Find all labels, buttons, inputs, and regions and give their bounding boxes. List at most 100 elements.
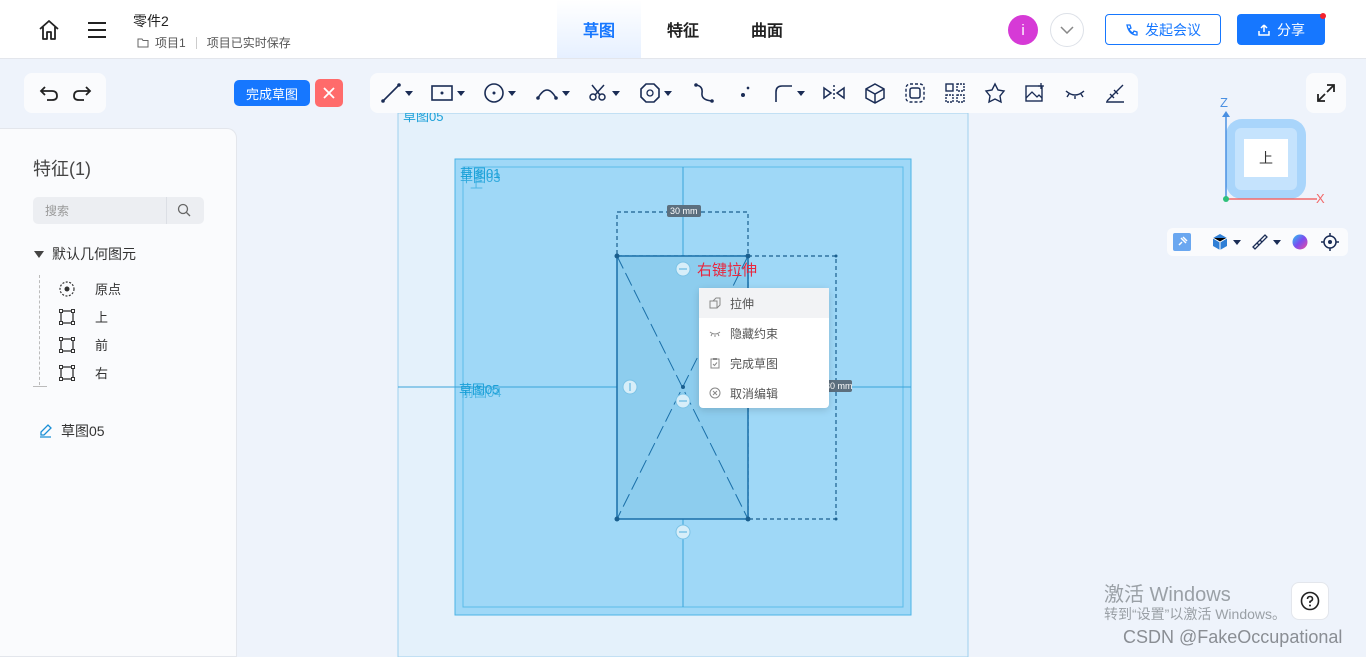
tree-item-origin[interactable]: 原点 (59, 279, 121, 298)
app-header: 零件2 项目1 项目已实时保存 草图 特征 曲面 i 发起会议 分享 (0, 0, 1366, 59)
solid-tool[interactable] (864, 81, 886, 105)
tree-item-right-plane[interactable]: 右 (59, 363, 108, 382)
point-tool[interactable] (734, 81, 756, 105)
axis-z-label: Z (1220, 95, 1228, 110)
document-meta: 项目1 项目已实时保存 (137, 34, 291, 51)
caret-down-icon[interactable] (1233, 240, 1241, 245)
fillet-tool[interactable] (772, 81, 805, 105)
divider (195, 36, 197, 49)
tree-item-label: 草图05 (61, 423, 105, 439)
start-meeting-button[interactable]: 发起会议 (1105, 14, 1221, 45)
target-icon[interactable] (1321, 233, 1339, 251)
image-icon (1025, 83, 1044, 102)
sketch-icon (40, 423, 52, 438)
axis-x-label: X (1316, 191, 1325, 206)
appearance-icon[interactable] (1291, 233, 1309, 251)
offset-icon (905, 83, 925, 103)
sketch-toolbar (370, 73, 1138, 113)
view-cube-face-top[interactable]: 上 (1244, 139, 1288, 177)
sketch-point (745, 253, 751, 259)
line-tool[interactable] (380, 81, 413, 105)
hamburger-icon (88, 22, 106, 38)
help-button[interactable] (1291, 582, 1329, 620)
right-click-hint: 右键拉伸 (697, 262, 758, 279)
project-icon (984, 82, 1006, 104)
ctx-item-hide-constraints[interactable]: 隐藏约束 (699, 318, 829, 348)
tab-sketch[interactable]: 草图 (557, 0, 641, 58)
redo-icon[interactable] (71, 83, 93, 103)
clipboard-icon (710, 358, 720, 369)
cancel-sketch-button[interactable] (315, 79, 343, 107)
dimension-tool[interactable] (1104, 81, 1126, 105)
ctx-item-label: 取消编辑 (730, 386, 779, 401)
ctx-item-cancel-edit[interactable]: 取消编辑 (699, 378, 829, 408)
expand-icon (1317, 84, 1335, 102)
tab-feature[interactable]: 特征 (641, 0, 725, 58)
dimension-label-top[interactable]: 30 mm (667, 205, 701, 217)
home-button[interactable] (34, 15, 64, 45)
close-icon (323, 87, 335, 99)
mirror-tool[interactable] (822, 81, 846, 105)
trim-tool[interactable] (587, 81, 620, 105)
sketch-point (834, 517, 838, 521)
search-input[interactable] (33, 197, 167, 224)
sketch-point (834, 254, 838, 258)
rectangle-tool[interactable] (430, 81, 465, 105)
image-tool[interactable] (1024, 81, 1046, 105)
tree-item-top-plane[interactable]: 上 (59, 307, 108, 326)
display-mode-icon[interactable] (1211, 233, 1229, 251)
origin-icon (59, 280, 75, 297)
polygon-tool[interactable] (639, 81, 672, 105)
tree-item-front-plane[interactable]: 前 (59, 335, 108, 354)
caret-down-icon[interactable] (1273, 240, 1281, 245)
ctx-item-label: 拉伸 (730, 296, 755, 311)
cancel-icon (709, 387, 721, 399)
circle-icon (484, 83, 504, 103)
spline-tool[interactable] (693, 81, 715, 105)
tree-item-sketch[interactable]: 草图05 (38, 421, 105, 441)
circle-tool[interactable] (483, 81, 516, 105)
feature-search (33, 197, 204, 224)
pin-icon[interactable] (1173, 233, 1191, 251)
sketch-point (614, 516, 620, 522)
folder-icon (137, 38, 149, 47)
offset-tool[interactable] (904, 81, 926, 105)
tab-surface[interactable]: 曲面 (725, 0, 809, 58)
chevron-down-icon (1060, 26, 1074, 34)
ctx-item-finish-sketch[interactable]: 完成草图 (699, 348, 829, 378)
mirror-icon (823, 85, 845, 101)
ctx-item-label: 隐藏约束 (730, 326, 779, 341)
tree-group-default-geometry[interactable]: 默认几何图元 (34, 244, 136, 264)
account-dropdown[interactable] (1050, 13, 1084, 47)
ctx-item-extrude[interactable]: 拉伸 (699, 288, 829, 318)
arc-tool[interactable] (535, 81, 570, 105)
share-button[interactable]: 分享 (1237, 14, 1325, 45)
share-label: 分享 (1277, 21, 1305, 38)
save-status: 项目已实时保存 (206, 36, 291, 50)
sketch-point (614, 253, 620, 259)
project-tool[interactable] (984, 81, 1006, 105)
constraint-handle (622, 261, 691, 540)
plane-icon (59, 364, 75, 381)
project-link[interactable]: 项目1 (155, 34, 186, 51)
measure-icon[interactable] (1251, 233, 1269, 251)
feature-panel-title: 特征(1) (33, 159, 91, 179)
finish-sketch-button[interactable]: 完成草图 (234, 80, 310, 106)
ctx-item-label: 完成草图 (730, 356, 779, 371)
sketch-point (745, 516, 751, 522)
context-menu: 拉伸 隐藏约束 完成草图 取消编辑 (699, 288, 829, 408)
tree-item-label: 原点 (95, 282, 122, 297)
document-title[interactable]: 零件2 (133, 11, 169, 31)
hide-constraints-tool[interactable] (1064, 81, 1086, 105)
pattern-tool[interactable] (944, 81, 966, 105)
tree-item-label: 前 (95, 338, 109, 353)
menu-button[interactable] (82, 15, 112, 45)
trim-icon (589, 84, 606, 101)
avatar[interactable]: i (1008, 15, 1038, 45)
plane-label-mid-overlap: 前图04 (461, 385, 502, 400)
dimension-guide-top (616, 211, 749, 257)
dimension-icon (1106, 84, 1124, 103)
tree-item-label: 右 (95, 366, 109, 381)
search-icon[interactable] (177, 203, 191, 217)
undo-icon[interactable] (38, 83, 60, 103)
